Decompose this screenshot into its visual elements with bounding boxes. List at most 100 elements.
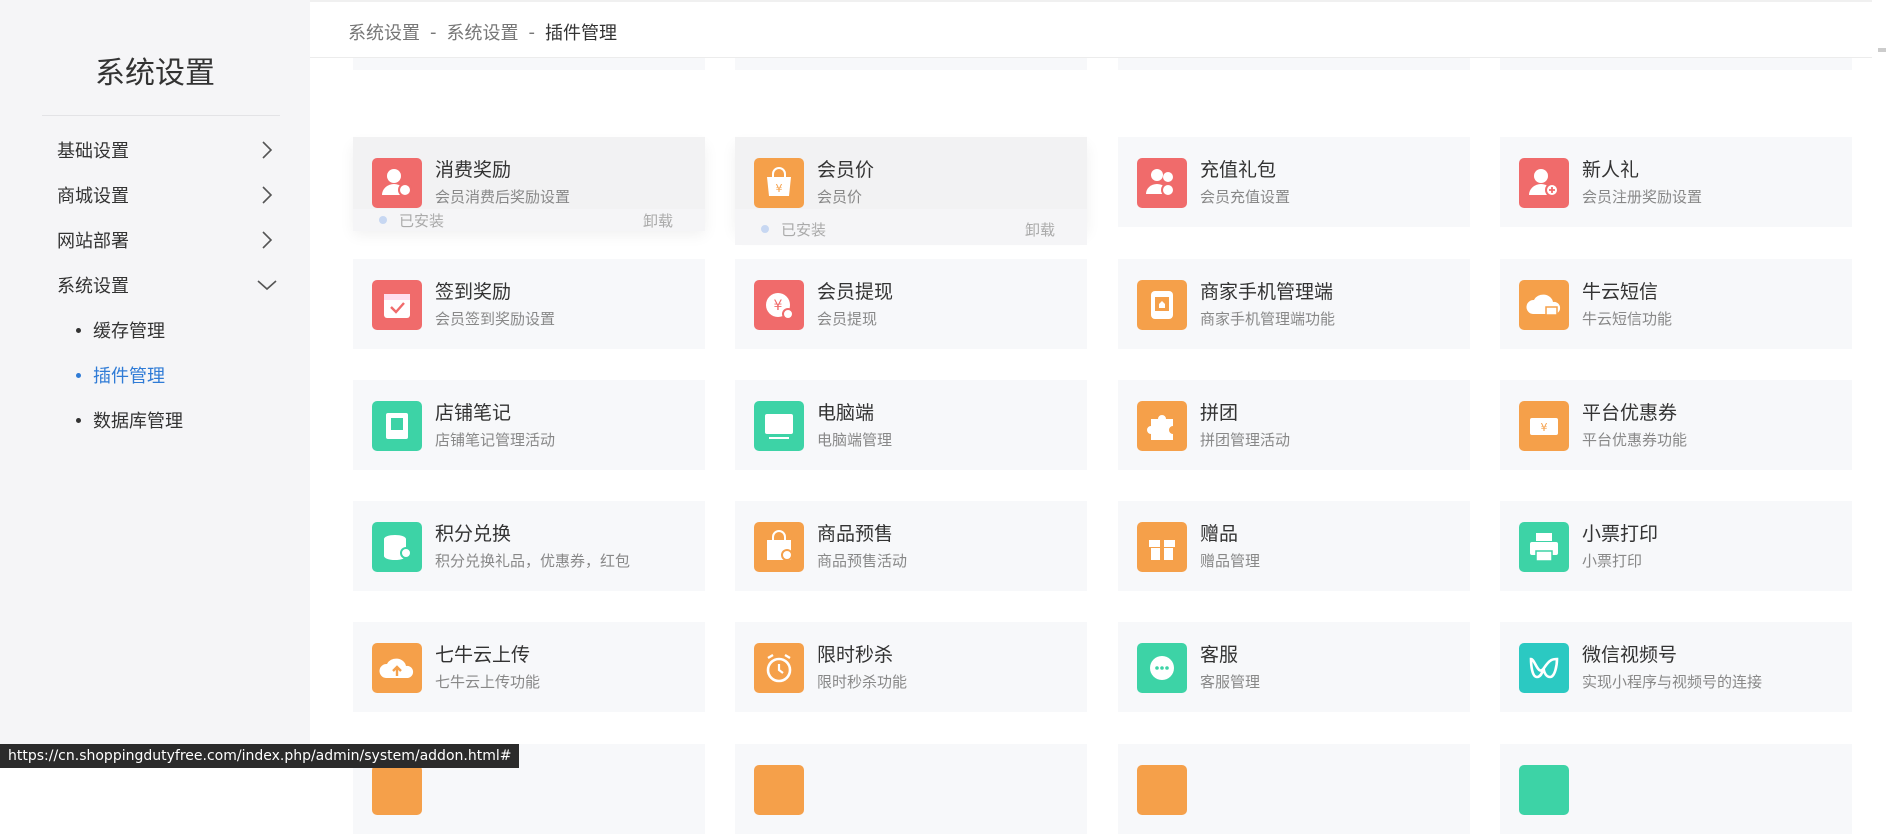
plugin-desc: 会员签到奖励设置 [435, 310, 556, 328]
plugin-name: 赠品 [1200, 523, 1239, 545]
scrollbar-thumb[interactable] [1878, 48, 1886, 52]
bullet-icon [76, 417, 81, 423]
plugin-name: 新人礼 [1582, 159, 1640, 181]
plugin-card[interactable]: 牛云短信牛云短信功能 [1500, 259, 1852, 349]
svg-text:¥: ¥ [1541, 421, 1548, 434]
submenu-item-plugins[interactable]: 插件管理 [76, 357, 165, 393]
plugin-card[interactable]: 签到奖励会员签到奖励设置 [353, 259, 705, 349]
plugin-name: 商家手机管理端 [1200, 281, 1334, 303]
submenu-item-cache[interactable]: 缓存管理 [76, 312, 165, 348]
plugin-desc: 牛云短信功能 [1582, 310, 1673, 328]
breadcrumb-separator: - [430, 21, 437, 43]
plugin-desc: 商品预售活动 [817, 552, 908, 570]
menu-item-basic-settings[interactable]: 基础设置 [57, 130, 277, 170]
plugin-name: 签到奖励 [435, 281, 512, 303]
plugin-card[interactable]: 商家手机管理端 商家手机管理端功能 [1118, 259, 1470, 349]
plugin-card[interactable]: ¥ 会员提现 会员提现 [735, 259, 1087, 349]
plugin-name: 积分兑换 [435, 523, 512, 545]
installed-status: 已安装 [761, 219, 826, 240]
plugin-grid: 团购管理活动实现直播互动与商品销售闭环满减送活动会员注销消费奖励会员消费后奖励设… [310, 0, 1892, 834]
scrollbar[interactable] [1872, 0, 1892, 768]
plugin-name: 客服 [1200, 644, 1239, 666]
shopping-bag-icon: ¥ [754, 158, 804, 208]
menu-item-site-deploy[interactable]: 网站部署 [57, 220, 277, 260]
plugin-desc: 客服管理 [1200, 673, 1261, 691]
plugin-name: 店铺笔记 [435, 402, 512, 424]
menu-item-mall-settings[interactable]: 商城设置 [57, 175, 277, 215]
mobile-shop-icon [1137, 280, 1187, 330]
uninstall-link[interactable]: 卸载 [1025, 219, 1055, 240]
plugin-name: 商品预售 [817, 523, 894, 545]
installed-status-text: 已安装 [781, 220, 827, 239]
submenu-item-label: 插件管理 [93, 366, 165, 387]
installed-bar: 已安装 卸载 [735, 209, 1087, 245]
calendar-check-icon [372, 280, 422, 330]
menu-item-label: 系统设置 [57, 276, 129, 297]
submenu-item-database[interactable]: 数据库管理 [76, 402, 183, 438]
plugin-card[interactable]: 赠品 赠品管理 [1118, 501, 1470, 591]
breadcrumb-current: 插件管理 [545, 23, 617, 44]
chevron-right-icon [257, 230, 277, 250]
plugin-card[interactable]: 消费奖励 会员消费后奖励设置 已安装 卸载 [353, 137, 705, 231]
plugin-card[interactable]: 积分兑换积分兑换礼品，优惠券，红包 [353, 501, 705, 591]
bullet-icon [76, 372, 81, 378]
yen-withdraw-icon: ¥ [754, 280, 804, 330]
plugin-name: 拼团 [1200, 402, 1239, 424]
gift-box-icon [1137, 522, 1187, 572]
plugin-card[interactable] [1118, 744, 1470, 834]
video-channel-icon [1519, 643, 1569, 693]
breadcrumb: 系统设置 - 系统设置 - 插件管理 [348, 19, 617, 45]
plugin-card[interactable]: ¥ 会员价 会员价 已安装 卸载 [735, 137, 1087, 245]
monitor-icon [754, 401, 804, 451]
plugin-card[interactable]: 店铺笔记 店铺笔记管理活动 [353, 380, 705, 470]
plugin-card[interactable]: 七牛云上传七牛云上传功能 [353, 622, 705, 712]
coupon-icon: ¥ [1519, 401, 1569, 451]
plugin-desc: 拼团管理活动 [1200, 431, 1291, 449]
breadcrumb-item[interactable]: 系统设置 [447, 19, 519, 45]
plugin-desc: 积分兑换礼品，优惠券，红包 [435, 552, 631, 570]
installed-status: 已安装 [379, 210, 444, 231]
menu-item-label: 商城设置 [57, 186, 129, 207]
plugin-card[interactable]: 充值礼包 会员充值设置 [1118, 137, 1470, 227]
plugin-card[interactable] [735, 744, 1087, 834]
top-bar: 系统设置 - 系统设置 - 插件管理 [310, 0, 1892, 58]
plugin-card[interactable] [1500, 744, 1852, 834]
plugin-card[interactable]: 微信视频号 实现小程序与视频号的连接 [1500, 622, 1852, 712]
plugin-card[interactable]: ¥ 平台优惠券 平台优惠券功能 [1500, 380, 1852, 470]
installed-bar: 已安装 卸载 [353, 209, 705, 231]
plugin-name: 电脑端 [817, 402, 875, 424]
plugin-card[interactable]: 客服 客服管理 [1118, 622, 1470, 712]
notebook-icon [372, 401, 422, 451]
plugin-card[interactable]: 拼团 拼团管理活动 [1118, 380, 1470, 470]
chevron-right-icon [257, 140, 277, 160]
plugin-name: 小票打印 [1582, 523, 1659, 545]
cloud-mail-icon [1519, 280, 1569, 330]
alarm-clock-icon [754, 643, 804, 693]
submenu-item-label: 数据库管理 [93, 411, 183, 432]
plugin-desc: 七牛云上传功能 [435, 673, 541, 691]
sidebar-title: 系统设置 [95, 56, 215, 91]
plugin-card[interactable]: 商品预售商品预售活动 [735, 501, 1087, 591]
breadcrumb-item[interactable]: 系统设置 [348, 19, 420, 45]
installed-status-text: 已安装 [399, 211, 445, 230]
uninstall-link[interactable]: 卸载 [643, 210, 673, 231]
plugin-card[interactable]: 限时秒杀 限时秒杀功能 [735, 622, 1087, 712]
partial-icon [754, 765, 804, 815]
svg-text:¥: ¥ [776, 182, 783, 195]
bullet-icon [76, 327, 81, 333]
plugin-card[interactable]: 电脑端 电脑端管理 [735, 380, 1087, 470]
plugin-name: 牛云短信 [1582, 281, 1659, 303]
breadcrumb-separator: - [528, 21, 536, 43]
plugin-name: 七牛云上传 [435, 644, 531, 666]
plugin-card[interactable]: 新人礼会员注册奖励设置 [1500, 137, 1852, 227]
plugin-name: 会员提现 [817, 281, 894, 303]
plugin-desc: 会员注册奖励设置 [1582, 188, 1703, 206]
menu-item-system-settings[interactable]: 系统设置 [57, 265, 277, 305]
menu-item-label: 基础设置 [57, 141, 129, 162]
plugin-card[interactable]: 小票打印 小票打印 [1500, 501, 1852, 591]
plugin-name: 限时秒杀 [817, 644, 894, 666]
status-dot-icon [379, 216, 387, 224]
users-yen-icon [1137, 158, 1187, 208]
printer-icon [1519, 522, 1569, 572]
plugin-desc: 会员价 [817, 188, 863, 206]
